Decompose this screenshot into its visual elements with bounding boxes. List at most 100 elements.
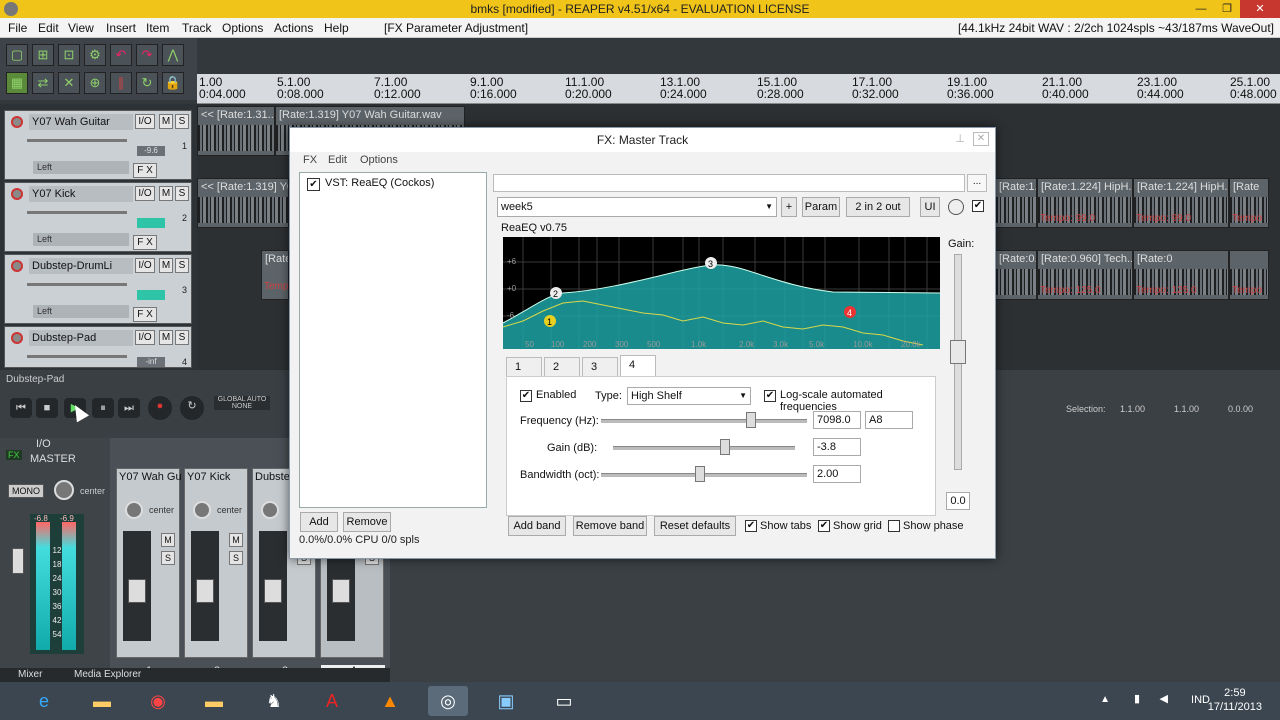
add-band-button[interactable]: Add band xyxy=(508,516,566,536)
pan-dropdown[interactable]: Left xyxy=(33,161,129,174)
menu-item[interactable]: Item xyxy=(146,18,169,38)
fx-enabled-checkbox[interactable]: ✔ xyxy=(307,178,320,191)
fx-menu-fx[interactable]: FX xyxy=(303,154,317,166)
save-project-icon[interactable]: ⊡ xyxy=(58,44,80,66)
menu-track[interactable]: Track xyxy=(182,18,212,38)
add-preset-button[interactable]: + xyxy=(781,197,797,217)
tab-band-4[interactable]: 4 xyxy=(620,355,656,377)
solo-button[interactable]: S xyxy=(175,114,189,129)
media-item[interactable]: [Rate:1.224] HipH... Tempo: 99.0 xyxy=(1037,178,1133,228)
menu-view[interactable]: View xyxy=(68,18,94,38)
menu-actions[interactable]: Actions xyxy=(274,18,313,38)
close-button[interactable]: ✕ xyxy=(1240,0,1280,18)
fx-button[interactable]: F X xyxy=(133,235,157,250)
network-icon[interactable]: ▮ xyxy=(1134,692,1140,705)
new-project-icon[interactable]: ▢ xyxy=(6,44,28,66)
bandwidth-slider[interactable] xyxy=(601,466,807,482)
remove-fx-button[interactable]: Remove xyxy=(343,512,391,532)
solo-button[interactable]: S xyxy=(175,258,189,273)
fx-button[interactable]: F X xyxy=(133,307,157,322)
recorder-icon[interactable]: ▭ xyxy=(544,686,584,716)
bandwidth-value[interactable]: 2.00 xyxy=(813,465,861,483)
track-io-button[interactable]: I/O xyxy=(135,258,155,273)
media-item[interactable]: [Rate:0 Tempo: 125.0 xyxy=(1133,250,1229,300)
track-name[interactable]: Dubstep-Pad xyxy=(29,330,133,346)
reaper-taskbar-icon[interactable]: ◎ xyxy=(428,686,468,716)
tab-band-1[interactable]: 1 xyxy=(506,357,542,377)
volume-fader[interactable] xyxy=(196,579,214,603)
menu-help[interactable]: Help xyxy=(324,18,349,38)
track-name[interactable]: Y07 Wah Guitar xyxy=(29,114,133,130)
volume-icon[interactable]: ◀ xyxy=(1160,692,1168,705)
mono-button[interactable]: MONO xyxy=(8,484,44,498)
envelope-lock-icon[interactable]: ∥ xyxy=(110,72,132,94)
menu-options[interactable]: Options xyxy=(222,18,263,38)
solo-button[interactable]: S xyxy=(175,186,189,201)
volume-fader[interactable] xyxy=(264,579,282,603)
eq-graph[interactable]: 1 2 3 4 +6 +0 -6 50 100 200 300 500 1.0k… xyxy=(503,237,940,349)
note-value[interactable]: A8 xyxy=(865,411,913,429)
pan-dropdown[interactable]: Left xyxy=(33,233,129,246)
media-item[interactable]: Tempo xyxy=(1229,250,1269,300)
lock-icon[interactable]: 🔒 xyxy=(162,72,184,94)
maximize-button[interactable]: ❐ xyxy=(1214,0,1240,18)
mute-button[interactable]: M xyxy=(161,533,175,547)
file-explorer-icon[interactable]: ▬ xyxy=(82,686,122,716)
grid-toggle-icon[interactable]: ▦ xyxy=(6,72,28,94)
track-1[interactable]: Y07 Wah Guitar I/O M S -9.6 Left F X 1 xyxy=(4,110,192,180)
media-item[interactable]: [Rate:0.960] Tech... Tempo: 125.0 xyxy=(1037,250,1133,300)
track-io-button[interactable]: I/O xyxy=(135,114,155,129)
stop-icon[interactable]: ■ xyxy=(36,398,58,418)
gain-slider[interactable] xyxy=(613,439,795,455)
volume-fader[interactable] xyxy=(27,211,127,214)
pin-icon[interactable]: ⊥ xyxy=(955,132,965,145)
frequency-thumb[interactable] xyxy=(746,412,756,428)
volume-fader[interactable] xyxy=(27,283,127,286)
menu-insert[interactable]: Insert xyxy=(106,18,136,38)
fl-studio-icon[interactable]: ♞ xyxy=(254,686,294,716)
fx-param-box[interactable] xyxy=(493,174,965,192)
gain-value[interactable]: -3.8 xyxy=(813,438,861,456)
volume-fader[interactable] xyxy=(128,579,146,603)
solo-button[interactable]: S xyxy=(175,330,189,345)
fx-menu-edit[interactable]: Edit xyxy=(328,154,347,166)
pan-knob[interactable] xyxy=(125,501,143,519)
track-3[interactable]: Dubstep-DrumLi I/O M S Left F X 3 xyxy=(4,254,192,324)
media-item[interactable]: [Rate:1.224] HipH... Tempo: 99.0 xyxy=(1133,178,1229,228)
volume-fader[interactable] xyxy=(332,579,350,603)
tray-chevron-icon[interactable]: ▲ xyxy=(1100,694,1110,705)
record-arm-button[interactable] xyxy=(11,188,23,200)
show-tabs-checkbox[interactable]: ✔ xyxy=(745,520,757,532)
fx-button[interactable]: F X xyxy=(133,163,157,178)
track-2[interactable]: Y07 Kick I/O M S Left F X 2 xyxy=(4,182,192,252)
volume-fader[interactable] xyxy=(27,139,127,142)
output-gain-value[interactable]: 0.0 xyxy=(946,492,970,510)
go-to-start-icon[interactable]: ⏮ xyxy=(10,398,32,418)
timeline-ruler[interactable]: 1.00 0:04.000 5.1.00 0:08.000 7.1.00 0:12.0… xyxy=(197,74,1280,104)
mute-button[interactable]: M xyxy=(159,114,173,129)
acrobat-icon[interactable]: A xyxy=(312,686,352,716)
photos-icon[interactable]: ▣ xyxy=(486,686,526,716)
gain-thumb[interactable] xyxy=(720,439,730,455)
vlc-icon[interactable]: ▲ xyxy=(370,686,410,716)
record-icon[interactable]: ● xyxy=(148,396,172,420)
pan-knob[interactable] xyxy=(193,501,211,519)
internet-explorer-icon[interactable]: e xyxy=(24,686,64,716)
media-item[interactable]: << [Rate:1.31... xyxy=(197,106,275,156)
global-auto-button[interactable]: GLOBAL AUTO NONE xyxy=(214,396,270,410)
add-fx-button[interactable]: Add xyxy=(300,512,338,532)
wet-knob[interactable] xyxy=(948,199,964,215)
metronome-icon[interactable]: ⋀ xyxy=(162,44,184,66)
track-io-button[interactable]: I/O xyxy=(135,186,155,201)
bypass-checkbox[interactable]: ✔ xyxy=(972,200,984,212)
type-dropdown[interactable]: High Shelf ▼ xyxy=(627,387,751,405)
pause-icon[interactable]: ⏸ xyxy=(92,398,114,418)
master-fader[interactable] xyxy=(12,548,24,574)
pan-knob[interactable] xyxy=(261,501,279,519)
media-item[interactable]: [Rate Tempo xyxy=(261,250,289,300)
master-io-button[interactable]: I/O xyxy=(36,438,51,450)
fx-chain-list[interactable]: ✔ VST: ReaEQ (Cockos) xyxy=(299,172,487,508)
pin-io-button[interactable]: 2 in 2 out xyxy=(846,197,910,217)
clock[interactable]: 2:59 17/11/2013 xyxy=(1208,686,1262,714)
track-name[interactable]: Y07 Kick xyxy=(29,186,133,202)
